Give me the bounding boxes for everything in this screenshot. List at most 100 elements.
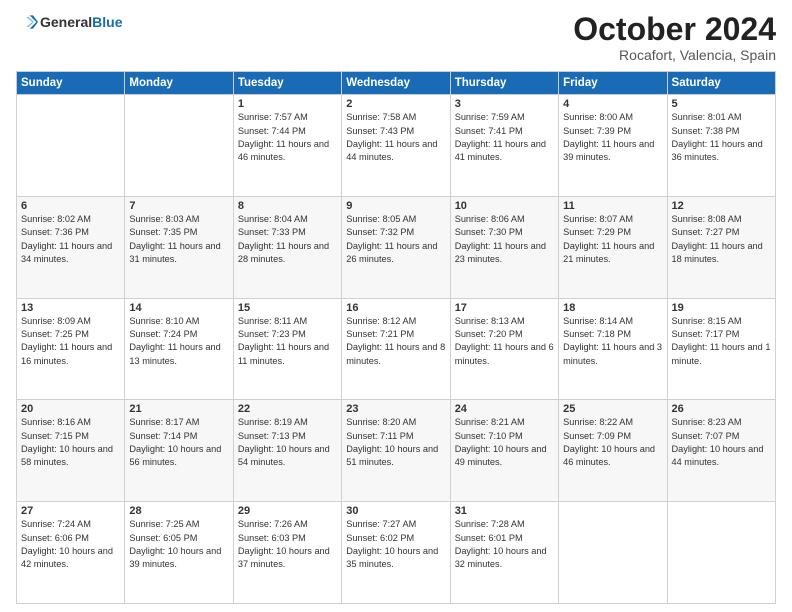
- day-info: Sunrise: 7:57 AMSunset: 7:44 PMDaylight:…: [238, 111, 337, 164]
- sunrise: Sunrise: 7:58 AM: [346, 112, 416, 122]
- day-number: 26: [672, 403, 771, 415]
- daylight: Daylight: 11 hours and 39 minutes.: [563, 139, 654, 162]
- sunrise: Sunrise: 7:59 AM: [455, 112, 525, 122]
- calendar-cell: 16Sunrise: 8:12 AMSunset: 7:21 PMDayligh…: [342, 298, 450, 400]
- day-number: 31: [455, 505, 554, 517]
- calendar-body: 1Sunrise: 7:57 AMSunset: 7:44 PMDaylight…: [17, 95, 776, 604]
- daylight: Daylight: 10 hours and 44 minutes.: [672, 444, 764, 467]
- day-info: Sunrise: 8:08 AMSunset: 7:27 PMDaylight:…: [672, 213, 771, 266]
- sunrise: Sunrise: 8:16 AM: [21, 417, 91, 427]
- sunrise: Sunrise: 7:26 AM: [238, 519, 308, 529]
- day-info: Sunrise: 8:14 AMSunset: 7:18 PMDaylight:…: [563, 315, 662, 368]
- location: Rocafort, Valencia, Spain: [573, 47, 776, 63]
- daylight: Daylight: 11 hours and 46 minutes.: [238, 139, 329, 162]
- daylight: Daylight: 11 hours and 36 minutes.: [672, 139, 763, 162]
- sunset: Sunset: 6:06 PM: [21, 533, 89, 543]
- daylight: Daylight: 11 hours and 31 minutes.: [129, 241, 220, 264]
- sunrise: Sunrise: 8:09 AM: [21, 316, 91, 326]
- sunrise: Sunrise: 8:22 AM: [563, 417, 633, 427]
- weekday-header-sunday: Sunday: [17, 72, 125, 95]
- sunset: Sunset: 7:14 PM: [129, 431, 197, 441]
- daylight: Daylight: 10 hours and 58 minutes.: [21, 444, 113, 467]
- sunset: Sunset: 7:32 PM: [346, 227, 414, 237]
- page: GeneralBlue October 2024 Rocafort, Valen…: [0, 0, 792, 612]
- day-info: Sunrise: 8:15 AMSunset: 7:17 PMDaylight:…: [672, 315, 771, 368]
- day-info: Sunrise: 8:19 AM Sunset: 7:13 PM Daylight:…: [238, 416, 337, 469]
- day-number: 24: [455, 403, 554, 415]
- day-info: Sunrise: 7:59 AMSunset: 7:41 PMDaylight:…: [455, 111, 554, 164]
- day-info: Sunrise: 8:16 AMSunset: 7:15 PMDaylight:…: [21, 416, 120, 469]
- sunset: Sunset: 7:25 PM: [21, 329, 89, 339]
- sunrise: Sunrise: 8:05 AM: [346, 214, 416, 224]
- day-info: Sunrise: 8:00 AMSunset: 7:39 PMDaylight:…: [563, 111, 662, 164]
- day-number: 29: [238, 505, 337, 517]
- daylight: Daylight: 10 hours and 37 minutes.: [238, 546, 330, 569]
- day-number: 2: [346, 98, 445, 110]
- weekday-header-tuesday: Tuesday: [233, 72, 341, 95]
- calendar-cell: 25Sunrise: 8:22 AMSunset: 7:09 PMDayligh…: [559, 400, 667, 502]
- day-number: 8: [238, 200, 337, 212]
- day-number: 28: [129, 505, 228, 517]
- calendar-cell: 3Sunrise: 7:59 AMSunset: 7:41 PMDaylight…: [450, 95, 558, 197]
- sunset: Sunset: 7:43 PM: [346, 126, 414, 136]
- sunset: Sunset: 7:21 PM: [346, 329, 414, 339]
- daylight: Daylight: 11 hours and 28 minutes.: [238, 241, 329, 264]
- calendar-cell: 29 Sunrise: 7:26 AM Sunset: 6:03 PM Dayligh…: [233, 502, 341, 604]
- logo-icon: [18, 12, 38, 32]
- sunrise: Sunrise: 8:04 AM: [238, 214, 308, 224]
- day-info: Sunrise: 8:17 AMSunset: 7:14 PMDaylight:…: [129, 416, 228, 469]
- calendar-cell: 8Sunrise: 8:04 AMSunset: 7:33 PMDaylight…: [233, 196, 341, 298]
- sunset: Sunset: 7:18 PM: [563, 329, 631, 339]
- day-number: 19: [672, 302, 771, 314]
- sunrise: Sunrise: 8:23 AM: [672, 417, 742, 427]
- calendar-week-0: 1Sunrise: 7:57 AMSunset: 7:44 PMDaylight…: [17, 95, 776, 197]
- day-info: Sunrise: 8:02 AMSunset: 7:36 PMDaylight:…: [21, 213, 120, 266]
- calendar-cell: 19Sunrise: 8:15 AMSunset: 7:17 PMDayligh…: [667, 298, 775, 400]
- day-number: 18: [563, 302, 662, 314]
- sunrise: Sunrise: 7:28 AM: [455, 519, 525, 529]
- day-number: 9: [346, 200, 445, 212]
- day-number: 27: [21, 505, 120, 517]
- sunset: Sunset: 7:44 PM: [238, 126, 306, 136]
- calendar-cell: [667, 502, 775, 604]
- calendar-week-2: 13Sunrise: 8:09 AMSunset: 7:25 PMDayligh…: [17, 298, 776, 400]
- sunset: Sunset: 6:05 PM: [129, 533, 197, 543]
- calendar-cell: 20Sunrise: 8:16 AMSunset: 7:15 PMDayligh…: [17, 400, 125, 502]
- daylight: Daylight: 11 hours and 3 minutes.: [563, 342, 662, 365]
- day-number: 10: [455, 200, 554, 212]
- day-number: 20: [21, 403, 120, 415]
- sunset: Sunset: 6:02 PM: [346, 533, 414, 543]
- daylight: Daylight: 10 hours and 51 minutes.: [346, 444, 438, 467]
- day-number: 7: [129, 200, 228, 212]
- calendar-cell: 23Sunrise: 8:20 AMSunset: 7:11 PMDayligh…: [342, 400, 450, 502]
- day-info: Sunrise: 8:01 AMSunset: 7:38 PMDaylight:…: [672, 111, 771, 164]
- sunrise: Sunrise: 8:02 AM: [21, 214, 91, 224]
- sunrise: Sunrise: 8:17 AM: [129, 417, 199, 427]
- daylight: Daylight: 11 hours and 8 minutes.: [346, 342, 445, 365]
- day-info: Sunrise: 8:20 AMSunset: 7:11 PMDaylight:…: [346, 416, 445, 469]
- day-number: 25: [563, 403, 662, 415]
- sunset: Sunset: 7:36 PM: [21, 227, 89, 237]
- calendar-cell: 22Sunrise: 8:19 AMSunset: 7:13 PMDayligh…: [233, 400, 341, 502]
- calendar-cell: [17, 95, 125, 197]
- calendar-cell: 10Sunrise: 8:06 AMSunset: 7:30 PMDayligh…: [450, 196, 558, 298]
- daylight: Daylight: 11 hours and 18 minutes.: [672, 241, 763, 264]
- calendar-cell: 30Sunrise: 7:27 AMSunset: 6:02 PMDayligh…: [342, 502, 450, 604]
- calendar-cell: 15Sunrise: 8:11 AMSunset: 7:23 PMDayligh…: [233, 298, 341, 400]
- calendar-cell: 24Sunrise: 8:21 AMSunset: 7:10 PMDayligh…: [450, 400, 558, 502]
- sunrise: Sunrise: 8:11 AM: [238, 316, 307, 326]
- sunset: Sunset: 6:01 PM: [455, 533, 523, 543]
- sunrise: Sunrise: 8:19 AM: [238, 417, 308, 427]
- day-number: 6: [21, 200, 120, 212]
- calendar-cell: 4Sunrise: 8:00 AMSunset: 7:39 PMDaylight…: [559, 95, 667, 197]
- day-number: 3: [455, 98, 554, 110]
- calendar-cell: 7Sunrise: 8:03 AMSunset: 7:35 PMDaylight…: [125, 196, 233, 298]
- sunset: Sunset: 7:13 PM: [238, 431, 306, 441]
- sunset: Sunset: 6:03 PM: [238, 533, 306, 543]
- day-number: 1: [238, 98, 337, 110]
- day-info: Sunrise: 7:27 AMSunset: 6:02 PMDaylight:…: [346, 518, 445, 571]
- sunrise: Sunrise: 8:00 AM: [563, 112, 633, 122]
- sunrise: Sunrise: 8:07 AM: [563, 214, 633, 224]
- day-info: Sunrise: 7:25 AMSunset: 6:05 PMDaylight:…: [129, 518, 228, 571]
- daylight: Daylight: 10 hours and 54 minutes.: [238, 444, 330, 467]
